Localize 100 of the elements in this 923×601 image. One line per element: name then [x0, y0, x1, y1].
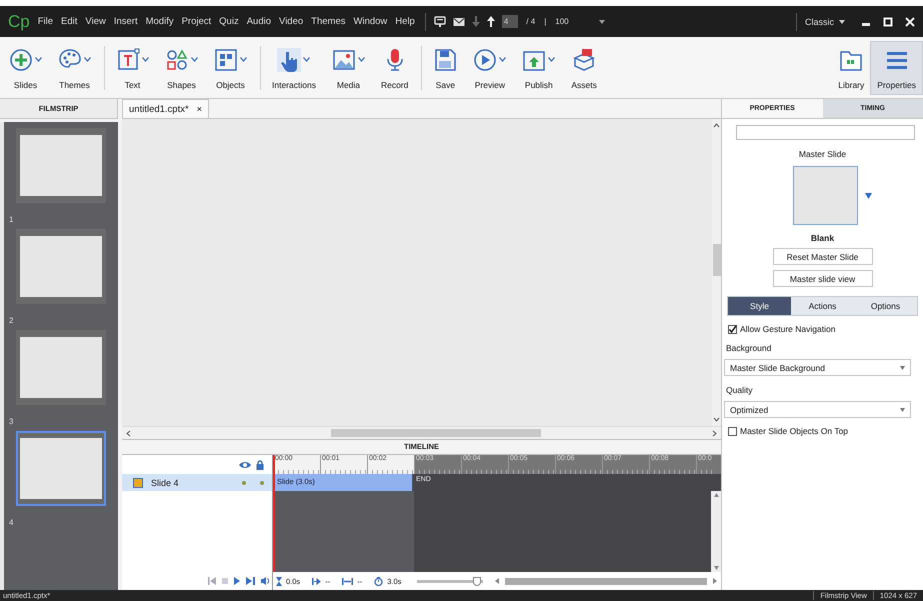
menu-item[interactable]: Audio [246, 16, 272, 27]
slider-thumb[interactable] [472, 576, 481, 586]
menu-item[interactable]: File [38, 16, 54, 27]
slide-number: 4 [9, 517, 14, 529]
slide-thumbnail[interactable] [16, 330, 106, 405]
close-tab-button[interactable]: × [196, 104, 202, 114]
menu-item[interactable]: Modify [146, 16, 174, 27]
grid-icon [214, 48, 238, 72]
visibility-dot-icon[interactable] [242, 480, 246, 484]
speaker-icon[interactable] [261, 577, 270, 585]
scroll-up-icon[interactable] [714, 493, 718, 497]
caret-icon [900, 366, 905, 370]
scrollbar-thumb[interactable] [505, 578, 707, 584]
maximize-icon [883, 16, 893, 26]
master-slide-thumbnail[interactable] [793, 166, 858, 225]
scroll-left-icon[interactable] [126, 430, 131, 436]
eye-icon[interactable] [239, 460, 251, 468]
document-title: untitled1.cptx* [129, 104, 189, 114]
close-icon [905, 16, 915, 26]
up-arrow-icon[interactable] [486, 16, 495, 27]
slide-icon [133, 478, 143, 488]
caret-icon[interactable] [839, 20, 845, 24]
presentation-icon[interactable] [434, 16, 446, 27]
toolbar-button[interactable]: Interactions [267, 40, 321, 94]
down-arrow-icon[interactable] [472, 16, 480, 27]
play-icon[interactable] [234, 577, 240, 585]
start-time-icon [312, 578, 322, 584]
duration-icon [342, 578, 354, 584]
hand-pointer-icon [277, 48, 302, 72]
panel-button[interactable]: Properties [870, 40, 923, 94]
slide-number-field[interactable]: 4 [502, 15, 518, 28]
toolbar-button[interactable]: Text [111, 40, 154, 94]
panel-button[interactable]: Master slide view [772, 270, 872, 287]
slide-number: 1 [9, 214, 14, 226]
scroll-up-icon[interactable] [713, 123, 720, 128]
checkbox[interactable] [728, 426, 737, 436]
toolbar-button[interactable]: Shapes [160, 40, 203, 94]
zoom-field[interactable]: 100 [555, 17, 569, 26]
menu-item[interactable]: Project [182, 16, 212, 27]
scroll-down-icon[interactable] [714, 566, 718, 570]
menu-item[interactable]: Quiz [219, 16, 239, 27]
minimize-icon [862, 22, 870, 26]
menu-item[interactable]: Window [354, 16, 388, 27]
style-tab[interactable]: Actions [791, 297, 854, 315]
menu-item[interactable]: Help [395, 16, 415, 27]
checkbox-label: Master Slide Objects On Top [740, 426, 848, 436]
field-label: Background [726, 343, 772, 353]
master-slide-name: Blank [810, 233, 834, 243]
slide-count: / 4 [526, 17, 536, 26]
toolbar-button[interactable]: Preview [468, 40, 512, 94]
timeline-row[interactable]: Slide 4 [122, 474, 272, 491]
toolbar-button[interactable]: Media [326, 40, 370, 94]
dropdown-arrow-icon[interactable] [865, 192, 872, 198]
plus-circle-icon [9, 48, 33, 72]
toolbar-button[interactable]: Themes [53, 40, 96, 94]
separator-text: | [544, 17, 546, 26]
dropdown-field[interactable]: Master Slide Background [724, 359, 911, 376]
name-field[interactable] [736, 125, 915, 140]
checkbox[interactable] [728, 324, 737, 334]
field-label: Quality [726, 385, 754, 395]
dropdown-field[interactable]: Optimized [724, 401, 911, 418]
scrollbar-thumb[interactable] [712, 244, 720, 276]
checkbox-label: Allow Gesture Navigation [740, 324, 836, 334]
stopwatch-icon [374, 576, 384, 586]
skip-end-icon[interactable] [246, 577, 255, 585]
toolbar-button[interactable]: Save [428, 40, 462, 94]
text-box-icon [116, 48, 140, 72]
slide-thumbnail[interactable] [16, 431, 106, 506]
menu-item[interactable]: Video [279, 16, 304, 27]
menu-item[interactable]: Insert [114, 16, 138, 27]
scrollbar-thumb[interactable] [331, 429, 541, 437]
horizontal-scrollbar[interactable] [122, 426, 721, 439]
panel-button[interactable]: Library [832, 40, 870, 94]
scroll-right-icon[interactable] [712, 430, 717, 436]
toolbar-button[interactable]: Slides [4, 40, 47, 94]
document-tab[interactable]: untitled1.cptx* × [122, 99, 209, 118]
lock-dot-icon[interactable] [260, 480, 264, 484]
hourglass-icon [276, 576, 282, 586]
slide-thumbnail[interactable] [16, 128, 106, 203]
menu-item[interactable]: View [85, 16, 106, 27]
menu-item[interactable]: Themes [311, 16, 346, 27]
slide-number: 2 [9, 315, 14, 327]
style-tab[interactable]: Style [728, 297, 791, 315]
lock-icon[interactable] [256, 460, 264, 470]
toolbar-button[interactable]: Publish [517, 40, 560, 94]
rewind-icon[interactable] [208, 577, 216, 585]
caret-icon[interactable] [598, 20, 605, 24]
play-circle-icon [473, 48, 498, 72]
scroll-left-icon[interactable] [495, 578, 500, 584]
toolbar-button[interactable]: Assets [566, 40, 602, 94]
workspace-dropdown[interactable]: Classic [804, 16, 834, 26]
toolbar-button[interactable]: Record [376, 40, 414, 94]
panel-button[interactable]: Reset Master Slide [772, 248, 872, 265]
slide-thumbnail[interactable] [16, 229, 106, 304]
menu-item[interactable]: Edit [61, 16, 78, 27]
scroll-down-icon[interactable] [713, 417, 720, 422]
scroll-right-icon[interactable] [713, 578, 717, 584]
mail-icon[interactable] [452, 16, 465, 26]
style-tab[interactable]: Options [854, 297, 917, 315]
toolbar-button[interactable]: Objects [209, 40, 252, 94]
